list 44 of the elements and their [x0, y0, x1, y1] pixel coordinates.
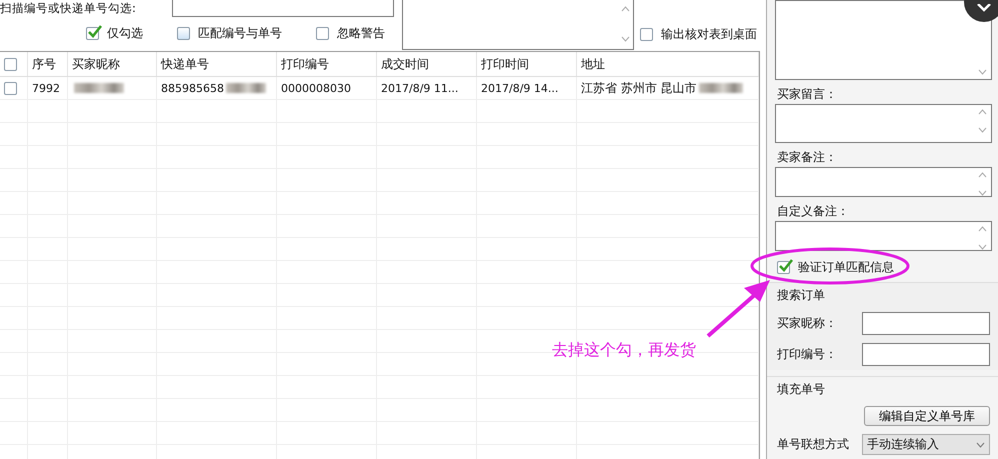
checkbox-label: 验证订单匹配信息: [798, 259, 894, 276]
column-header[interactable]: 序号: [32, 56, 56, 72]
table-cell: 0000008030: [281, 82, 351, 94]
field-label: 买家昵称：: [777, 315, 837, 332]
checkbox[interactable]: [316, 26, 329, 40]
checkbox-label: 仅勾选: [107, 24, 143, 42]
checkbox[interactable]: [777, 261, 790, 274]
field-label: 卖家备注：: [777, 149, 838, 166]
field-label: 自定义备注：: [777, 203, 850, 220]
group-title: 搜索订单: [777, 287, 826, 304]
scan-label: 扫描编号或快递单号勾选:: [0, 0, 137, 16]
field-label: 买家留言：: [777, 86, 838, 103]
checkbox[interactable]: [4, 82, 17, 94]
input-field[interactable]: [862, 312, 990, 336]
column-header[interactable]: 买家昵称: [72, 56, 120, 72]
table-cell: 885985658: [161, 82, 224, 94]
input-field[interactable]: [862, 343, 990, 366]
column-header[interactable]: 快递单号: [161, 56, 209, 72]
checkbox-label: 输出核对表到桌面: [661, 26, 757, 43]
table-cell: 江苏省 苏州市 昆山市: [581, 80, 697, 96]
column-header[interactable]: 打印编号: [281, 56, 329, 72]
field-label: 打印编号：: [777, 346, 837, 364]
edit-library-button[interactable]: 编辑自定义单号库: [864, 406, 990, 426]
text-area[interactable]: [775, 0, 992, 80]
checkbox[interactable]: [640, 28, 653, 41]
annotation-text: 去掉这个勾，再发货: [552, 340, 696, 361]
checkbox-label: 忽略警告: [337, 24, 385, 42]
table-cell: 2017/8/9 14...: [481, 82, 558, 94]
column-header[interactable]: 地址: [581, 56, 605, 72]
scan-input-field[interactable]: [172, 0, 394, 17]
checkbox[interactable]: [4, 58, 17, 70]
notes-textarea[interactable]: [402, 0, 634, 50]
table-cell: 7992: [32, 82, 60, 94]
field-label: 单号联想方式: [777, 436, 849, 454]
table-cell: 2017/8/9 11...: [381, 82, 458, 94]
group-title: 填充单号: [777, 381, 826, 398]
column-header[interactable]: 打印时间: [481, 56, 529, 72]
checkbox[interactable]: [86, 26, 99, 40]
checkbox[interactable]: [177, 26, 190, 40]
checkbox-label: 匹配编号与单号: [198, 24, 282, 42]
scroll-down-icon[interactable]: [978, 68, 987, 75]
chevron-down-icon: [976, 442, 985, 448]
dropdown[interactable]: 手动连续输入: [862, 434, 990, 456]
column-header[interactable]: 成交时间: [381, 56, 429, 72]
